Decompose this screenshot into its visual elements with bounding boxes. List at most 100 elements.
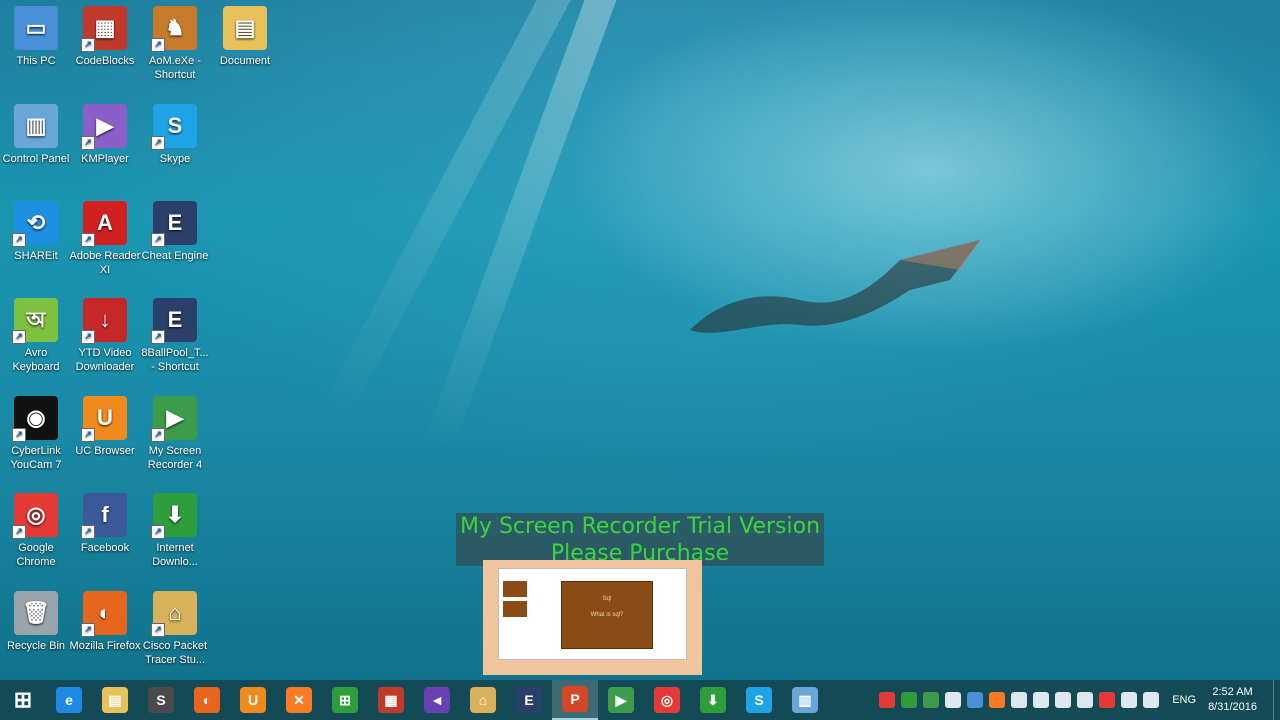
desktop-icon-skype[interactable]: S ↗ Skype: [139, 104, 211, 166]
start-button[interactable]: ⊞: [0, 680, 46, 720]
desktop-icon-chrome[interactable]: ◎ ↗ Google Chrome: [0, 493, 72, 569]
tray-volume-icon[interactable]: [1143, 692, 1160, 708]
taskbar-internet-explorer[interactable]: e: [46, 680, 92, 720]
taskbar-firefox[interactable]: ◐: [184, 680, 230, 720]
desktop-icon-ytd[interactable]: ↓ ↗ YTD Video Downloader: [69, 298, 141, 374]
ytd-icon: ↓ ↗: [81, 298, 127, 344]
taskbar-thumbnail-preview[interactable]: Sql What is sql?: [483, 560, 702, 675]
tray-lock-icon[interactable]: [1055, 692, 1072, 708]
recorder-watermark: My Screen Recorder Trial Version Please …: [456, 513, 824, 566]
cheat-engine-icon: E: [516, 687, 542, 713]
youcam-icon: ◉ ↗: [12, 396, 58, 442]
packet-tracer-icon: ⌂: [470, 687, 496, 713]
screen-recorder-icon: ▶: [608, 687, 634, 713]
desktop-icon-label: Document: [219, 55, 271, 67]
desktop-icon-codeblocks[interactable]: ▦ ↗ CodeBlocks: [69, 6, 141, 68]
tray-tool-icon[interactable]: [1033, 692, 1050, 708]
tray-app-icon[interactable]: [879, 692, 896, 708]
desktop-icon-recycle-bin[interactable]: 🗑 Recycle Bin: [0, 591, 72, 653]
taskbar-packet-tracer[interactable]: ⌂: [460, 680, 506, 720]
desktop-icon-firefox[interactable]: ◐ ↗ Mozilla Firefox: [69, 591, 141, 653]
tray-action-center-icon[interactable]: [1099, 692, 1116, 708]
taskbar-store[interactable]: ⊞: [322, 680, 368, 720]
desktop-icon-adobe-reader[interactable]: A ↗ Adobe Reader XI: [69, 201, 141, 277]
control-panel-icon: ▥: [792, 687, 818, 713]
shortcut-arrow-icon: ↗: [151, 233, 165, 247]
taskbar-cheat-engine[interactable]: E: [506, 680, 552, 720]
tray-idm-icon[interactable]: [901, 692, 918, 708]
desktop-icon-label: My Screen Recorder 4: [147, 445, 203, 471]
tray-cloud-icon[interactable]: [945, 692, 962, 708]
taskbar-uc-browser[interactable]: U: [230, 680, 276, 720]
desktop-icon-label: Internet Downlo...: [152, 542, 198, 568]
cheat-engine-icon: E ↗: [151, 201, 197, 247]
taskbar-buttons: ⊞ e ▤ S ◐ U ✕ ⊞ ▦ ◄ ⌂ E P ▶ ◎ ⬇ S ▥: [0, 680, 828, 720]
tray-battery-icon[interactable]: [1121, 692, 1138, 708]
desktop-icon-label: Adobe Reader XI: [69, 250, 141, 276]
desktop-icon-kmplayer[interactable]: ▶ ↗ KMPlayer: [69, 104, 141, 166]
control-panel-icon: ▥: [14, 104, 58, 148]
shortcut-arrow-icon: ↗: [81, 330, 95, 344]
desktop-icon-screen-recorder[interactable]: ▶ ↗ My Screen Recorder 4: [139, 396, 211, 472]
shortcut-arrow-icon: ↗: [81, 136, 95, 150]
tray-bluetooth-icon[interactable]: [1011, 692, 1028, 708]
desktop-icon-label: 8BallPool_T... - Shortcut: [141, 347, 209, 373]
clock[interactable]: 2:52 AM 8/31/2016: [1208, 685, 1257, 715]
tray-monitor-icon[interactable]: [1077, 692, 1094, 708]
desktop-icon-label: YTD Video Downloader: [75, 347, 135, 373]
desktop-icon-label: KMPlayer: [81, 153, 129, 165]
desktop-icon-computer[interactable]: ▭ This PC: [0, 6, 72, 68]
desktop-icon-folder[interactable]: ▤ Document: [209, 6, 281, 68]
desktop-icon-facebook[interactable]: f ↗ Facebook: [69, 493, 141, 555]
desktop-icon-control-panel[interactable]: ▥ Control Panel: [0, 104, 72, 166]
taskbar-idm[interactable]: ⬇: [690, 680, 736, 720]
shortcut-arrow-icon: ↗: [151, 330, 165, 344]
slide-title: Sql: [602, 596, 612, 602]
packet-tracer-icon: ⌂ ↗: [151, 591, 197, 637]
taskbar-file-explorer[interactable]: ▤: [92, 680, 138, 720]
taskbar-codeblocks[interactable]: ▦: [368, 680, 414, 720]
taskbar-xampp[interactable]: ✕: [276, 680, 322, 720]
desktop-icon-cheat-engine[interactable]: E ↗ 8BallPool_T... - Shortcut: [139, 298, 211, 374]
taskbar-visual-studio[interactable]: ◄: [414, 680, 460, 720]
language-indicator[interactable]: ENG: [1172, 694, 1196, 706]
shortcut-arrow-icon: ↗: [81, 38, 95, 52]
show-desktop-button[interactable]: [1273, 680, 1280, 720]
desktop-icon-idm[interactable]: ⬇ ↗ Internet Downlo...: [139, 493, 211, 569]
codeblocks-icon: ▦ ↗: [81, 6, 127, 52]
tray-xampp-icon[interactable]: [989, 692, 1006, 708]
desktop-icon-avro-keyboard[interactable]: অ ↗ Avro Keyboard: [0, 298, 72, 374]
tray-green-icon[interactable]: [923, 692, 940, 708]
shortcut-arrow-icon: ↗: [81, 525, 95, 539]
shortcut-arrow-icon: ↗: [12, 330, 26, 344]
desktop-icon-cheat-engine[interactable]: E ↗ Cheat Engine: [139, 201, 211, 263]
desktop-icon-label: AoM.eXe - Shortcut: [149, 55, 201, 81]
desktop-icon-aom[interactable]: ♞ ↗ AoM.eXe - Shortcut: [139, 6, 211, 82]
avro-keyboard-icon: অ ↗: [12, 298, 58, 344]
desktop-icon-youcam[interactable]: ◉ ↗ CyberLink YouCam 7: [0, 396, 72, 472]
clock-date: 8/31/2016: [1208, 701, 1257, 713]
taskbar-chrome[interactable]: ◎: [644, 680, 690, 720]
desktop-icon-uc-browser[interactable]: U ↗ UC Browser: [69, 396, 141, 458]
store-icon: ⊞: [332, 687, 358, 713]
desktop-icon-shareit[interactable]: ⟲ ↗ SHAREit: [0, 201, 72, 263]
watermark-line-1: My Screen Recorder Trial Version: [459, 514, 821, 539]
taskbar-control-panel[interactable]: ▥: [782, 680, 828, 720]
tray-network-app-icon[interactable]: [967, 692, 984, 708]
taskbar-skype[interactable]: S: [736, 680, 782, 720]
taskbar-screen-recorder[interactable]: ▶: [598, 680, 644, 720]
chrome-icon: ◎: [654, 687, 680, 713]
clock-time: 2:52 AM: [1212, 686, 1253, 698]
desktop-icon-packet-tracer[interactable]: ⌂ ↗ Cisco Packet Tracer Stu...: [139, 591, 211, 667]
shortcut-arrow-icon: ↗: [12, 525, 26, 539]
sublime-icon: S: [148, 687, 174, 713]
kmplayer-icon: ▶ ↗: [81, 104, 127, 150]
aom-icon: ♞ ↗: [151, 6, 197, 52]
windows-icon: ⊞: [13, 687, 33, 712]
chrome-icon: ◎ ↗: [12, 493, 58, 539]
taskbar-powerpoint[interactable]: P: [552, 680, 598, 720]
visual-studio-icon: ◄: [424, 687, 450, 713]
skype-icon: S: [746, 687, 772, 713]
shareit-icon: ⟲ ↗: [12, 201, 58, 247]
taskbar-sublime[interactable]: S: [138, 680, 184, 720]
